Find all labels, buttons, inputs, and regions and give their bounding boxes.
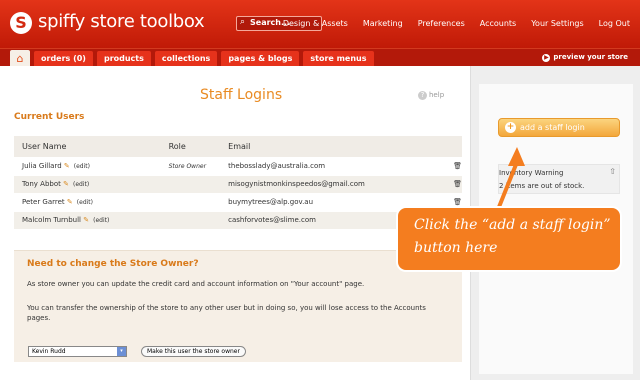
annotation-text: Click the “add a staff login” button her… [414,217,611,256]
annotation-arrow [495,147,525,213]
arrow-shaft [495,161,519,213]
arrow-head [508,147,525,166]
annotation-callout: Click the “add a staff login” button her… [398,208,620,270]
